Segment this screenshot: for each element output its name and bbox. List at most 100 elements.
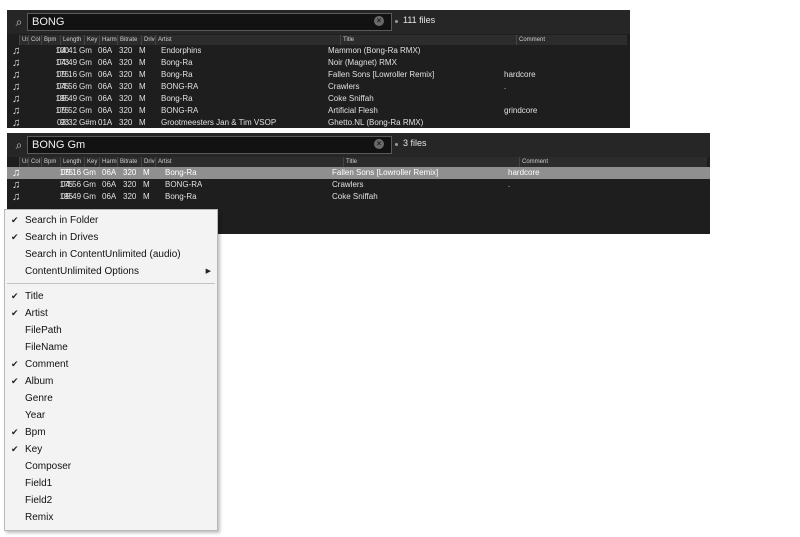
column-header-harmonic-col[interactable]: Harmo <box>99 35 117 45</box>
menu-item-label: Year <box>25 410 46 421</box>
menu-item-search-in-contentunlimited-audio[interactable]: Search in ContentUnlimited (audio) <box>5 246 217 263</box>
column-header-artist-col[interactable]: Artist <box>155 157 343 167</box>
track-row[interactable]: ♫ 195 05:49 Gm 06A 320 M Bong-Ra Coke Sniffah <box>7 191 710 203</box>
column-header-harmonic-col[interactable]: Harmo <box>99 157 117 167</box>
menu-item-remix[interactable]: Remix <box>5 509 217 526</box>
track-row[interactable]: ♫ 173 04:49 Gm 06A 320 M Bong-Ra Noir (Magnet) R… <box>7 57 630 69</box>
key-cell: Gm <box>79 58 92 67</box>
artist-cell: BONG-RA <box>161 106 199 115</box>
key-cell: Gm <box>79 82 92 91</box>
bitrate-cell: 320 <box>119 94 133 103</box>
column-header[interactable]: UsColBpmLengthKeyHarmoBitrateDriveArtist… <box>19 35 627 45</box>
search-icon[interactable]: ⌕ <box>11 137 27 153</box>
harmonic-cell: 06A <box>98 46 113 55</box>
menu-item-label: Bpm <box>25 427 46 438</box>
track-row[interactable]: ♫ 175 04:56 Gm 06A 320 M BONG-RA Crawlers. <box>7 81 630 93</box>
column-header-color-col[interactable]: Col <box>28 157 41 167</box>
clear-search-icon[interactable]: × <box>374 139 384 149</box>
key-cell: Gm <box>83 192 96 201</box>
artist-cell: BONG-RA <box>165 180 203 189</box>
separator-dot <box>395 20 398 23</box>
column-header-bpm-col[interactable]: Bpm <box>41 157 60 167</box>
column-header-comment-col[interactable]: Comment <box>519 157 707 167</box>
menu-item-key[interactable]: ✔ Key <box>5 441 217 458</box>
menu-item-album[interactable]: ✔ Album <box>5 373 217 390</box>
artist-cell: Bong-Ra <box>165 168 197 177</box>
column-header-artist-col[interactable]: Artist <box>155 35 340 45</box>
length-cell: 04:41 <box>57 46 78 55</box>
key-cell: Gm <box>83 180 96 189</box>
menu-item-label: FileName <box>25 342 68 353</box>
column-header-length-col[interactable]: Length <box>60 35 84 45</box>
length-cell: 04:56 <box>61 180 82 189</box>
menu-item-bpm[interactable]: ✔ Bpm <box>5 424 217 441</box>
harmonic-cell: 06A <box>98 94 113 103</box>
bitrate-cell: 320 <box>123 168 137 177</box>
column-header-color-col[interactable]: Col <box>28 35 41 45</box>
menu-item-field1[interactable]: Field1 <box>5 475 217 492</box>
column-header-comment-col[interactable]: Comment <box>516 35 627 45</box>
checkmark-icon: ✔ <box>11 376 19 386</box>
menu-item-title[interactable]: ✔ Title <box>5 288 217 305</box>
column-header[interactable]: UsColBpmLengthKeyHarmoBitrateDriveArtist… <box>19 157 707 167</box>
menu-item-label: Search in Folder <box>25 215 99 226</box>
column-header-bitrate-col[interactable]: Bitrate <box>117 35 141 45</box>
menu-item-composer[interactable]: Composer <box>5 458 217 475</box>
track-row[interactable]: ♫ 93 03:32 G#m 01A 320 M Grootmeesters Jan & Ti… <box>7 117 630 129</box>
search-input[interactable]: BONG <box>27 13 392 31</box>
column-header-key-col[interactable]: Key <box>84 35 99 45</box>
comment-cell: . <box>504 82 507 91</box>
column-header-drive-col[interactable]: Drive <box>141 35 155 45</box>
column-header-bitrate-col[interactable]: Bitrate <box>117 157 141 167</box>
checkmark-icon: ✔ <box>11 359 19 369</box>
drive-cell: M <box>139 118 146 127</box>
bitrate-cell: 320 <box>119 118 133 127</box>
menu-item-comment[interactable]: ✔ Comment <box>5 356 217 373</box>
drive-cell: M <box>143 192 150 201</box>
track-row[interactable]: ♫ 175 05:16 Gm 06A 320 M Bong-Ra Fallen Sons [Lo… <box>7 69 630 81</box>
clear-search-icon[interactable]: × <box>374 16 384 26</box>
submenu-arrow-icon: ▶ <box>205 268 211 275</box>
harmonic-cell: 06A <box>102 168 117 177</box>
track-row[interactable]: ♫ 100 04:41 Gm 06A 320 M Endorphins Mammon (Bong… <box>7 45 630 57</box>
column-header-title-col[interactable]: Title <box>343 157 519 167</box>
menu-item-label: Field2 <box>25 495 53 506</box>
menu-item-filename[interactable]: FileName <box>5 339 217 356</box>
length-cell: 05:49 <box>57 94 78 103</box>
menu-item-label: Album <box>25 376 54 387</box>
menu-item-search-in-folder[interactable]: ✔ Search in Folder <box>5 212 217 229</box>
drive-cell: M <box>139 46 146 55</box>
column-header-bpm-col[interactable]: Bpm <box>41 35 60 45</box>
menu-item-filepath[interactable]: FilePath <box>5 322 217 339</box>
menu-item-contentunlimited-options[interactable]: ContentUnlimited Options ▶ <box>5 263 217 280</box>
bitrate-cell: 320 <box>119 106 133 115</box>
menu-item-field2[interactable]: Field2 <box>5 492 217 509</box>
column-header-length-col[interactable]: Length <box>60 157 84 167</box>
column-header-drive-col[interactable]: Drive <box>141 157 155 167</box>
key-cell: Gm <box>79 46 92 55</box>
column-header-user-col[interactable]: Us <box>19 35 28 45</box>
length-cell: 05:49 <box>61 192 82 201</box>
length-cell: 04:56 <box>57 82 78 91</box>
artist-cell: Endorphins <box>161 46 202 55</box>
column-header-key-col[interactable]: Key <box>84 157 99 167</box>
bitrate-cell: 320 <box>123 180 137 189</box>
column-header-user-col[interactable]: Us <box>19 157 28 167</box>
track-row[interactable]: ♫ 175 04:56 Gm 06A 320 M BONG-RA Crawlers. <box>7 179 710 191</box>
menu-item-genre[interactable]: Genre <box>5 390 217 407</box>
artist-cell: Bong-Ra <box>161 94 193 103</box>
artist-cell: Bong-Ra <box>165 192 197 201</box>
track-row[interactable]: ♫ 195 05:49 Gm 06A 320 M Bong-Ra Coke Sniffah <box>7 93 630 105</box>
search-input[interactable]: BONG Gm <box>27 136 392 154</box>
key-cell: Gm <box>79 106 92 115</box>
column-header-title-col[interactable]: Title <box>340 35 516 45</box>
track-row[interactable]: ♫ 175 05:16 Gm 06A 320 M Bong-Ra Fallen Sons [Lo… <box>7 167 710 179</box>
track-row[interactable]: ♫ 175 05:52 Gm 06A 320 M BONG-RA Artificial Fles… <box>7 105 630 117</box>
search-icon[interactable]: ⌕ <box>11 14 27 30</box>
menu-item-year[interactable]: Year <box>5 407 217 424</box>
checkmark-icon: ✔ <box>11 427 19 437</box>
menu-item-artist[interactable]: ✔ Artist <box>5 305 217 322</box>
title-cell: Noir (Magnet) RMX <box>328 58 397 67</box>
bitrate-cell: 320 <box>119 82 133 91</box>
menu-item-search-in-drives[interactable]: ✔ Search in Drives <box>5 229 217 246</box>
